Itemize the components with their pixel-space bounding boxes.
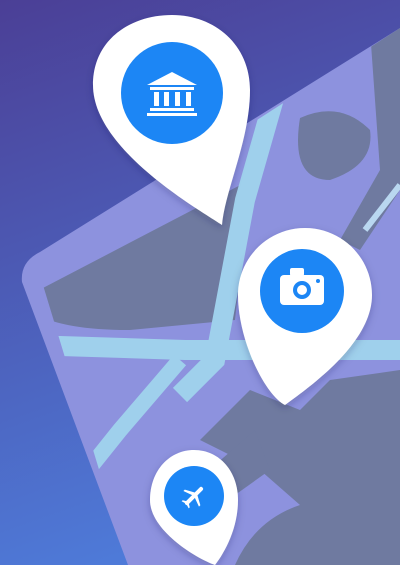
map-illustration [0,0,400,565]
